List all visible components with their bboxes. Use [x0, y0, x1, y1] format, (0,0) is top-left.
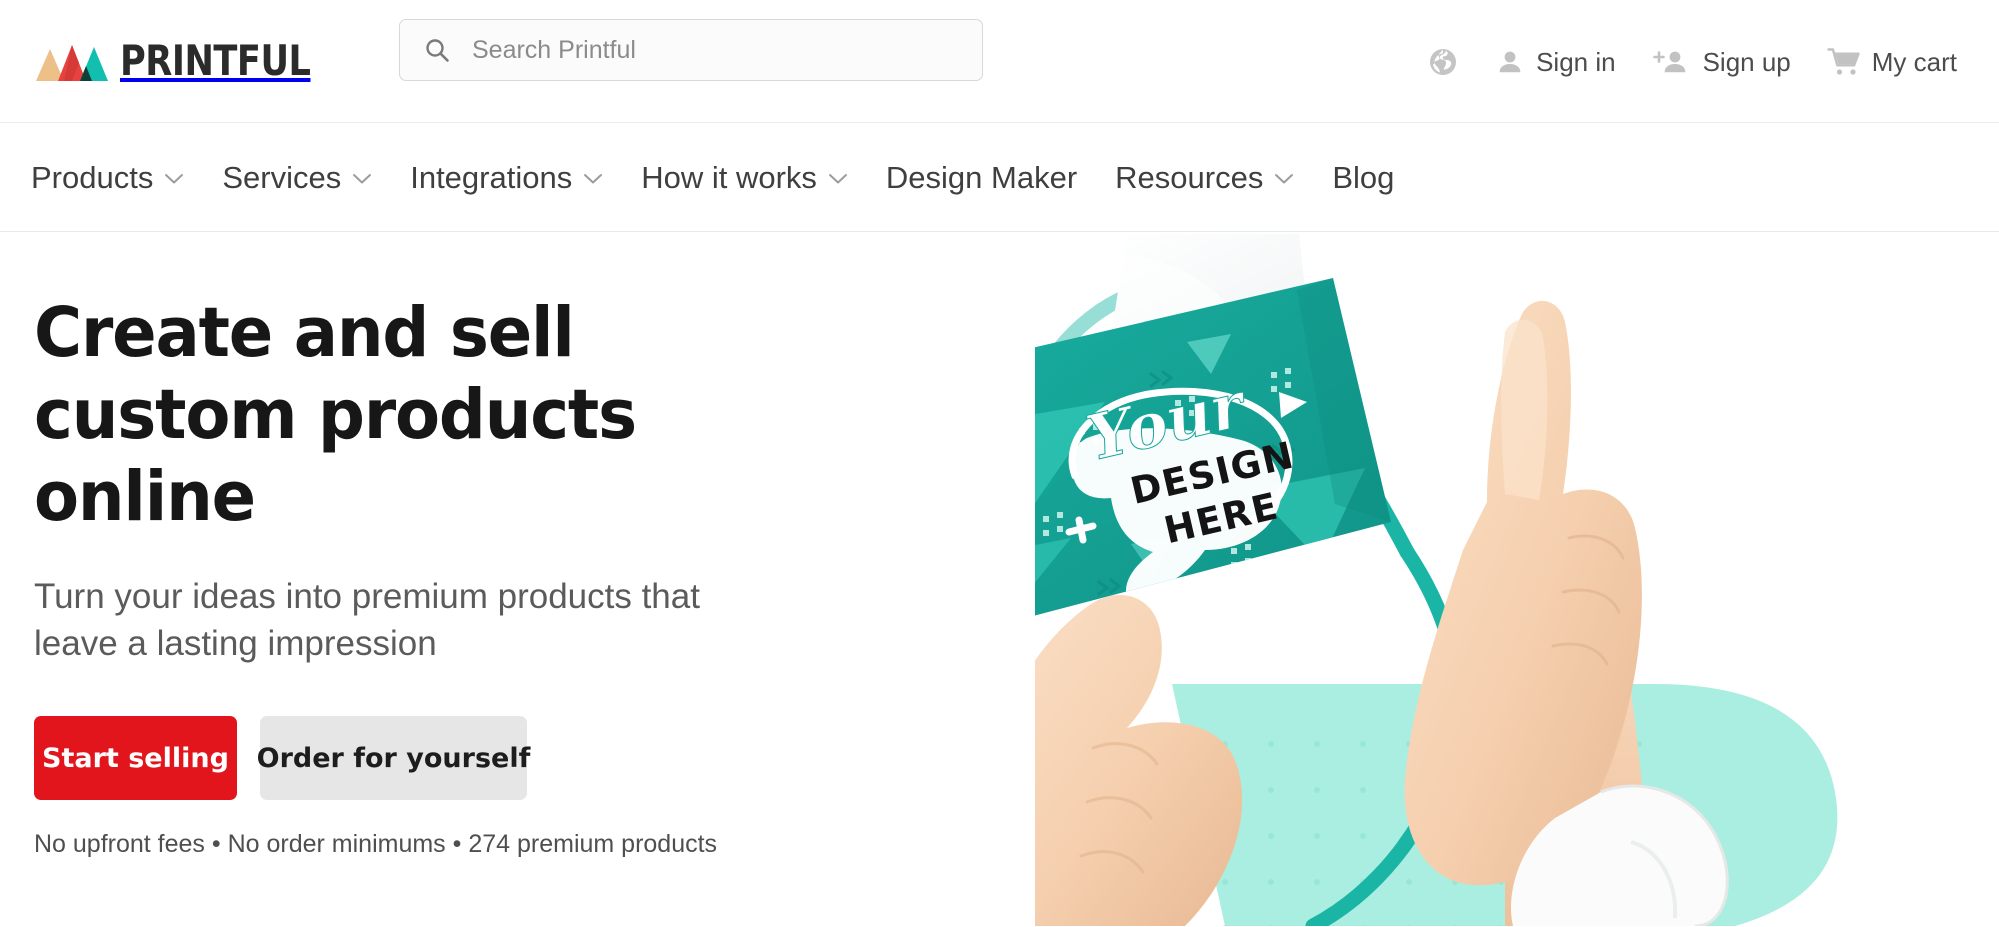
chevron-down-icon — [352, 172, 372, 185]
hero-subtitle: Turn your ideas into premium products th… — [34, 577, 700, 663]
nav-item-blog[interactable]: Blog — [1332, 152, 1414, 203]
nav-label-resources: Resources — [1115, 159, 1264, 195]
sign-up-button[interactable]: Sign up — [1634, 41, 1809, 83]
nav-label-products: Products — [31, 159, 154, 195]
site-header: PRINTFUL Search Printful Sign in Sign up… — [0, 0, 1999, 123]
my-cart-label: My cart — [1871, 46, 1957, 77]
nav-item-integrations[interactable]: Integrations — [410, 152, 623, 203]
my-cart-button[interactable]: My cart — [1809, 41, 1975, 83]
hero-note: No upfront fees • No order minimums • 27… — [34, 830, 718, 859]
hero-title: Create and sell custom products online — [34, 293, 637, 538]
order-for-yourself-button[interactable]: Order for yourself — [257, 716, 530, 801]
hero-cta-group: Start selling Order for yourself — [34, 716, 914, 801]
nav-item-products[interactable]: Products — [31, 152, 204, 203]
nav-label-blog: Blog — [1332, 159, 1395, 195]
nav-label-how-it-works: How it works — [641, 159, 817, 195]
person-add-icon — [1652, 47, 1692, 77]
nav-label-services: Services — [222, 159, 342, 195]
search-box[interactable] — [399, 19, 983, 81]
sign-in-label: Sign in — [1536, 46, 1616, 77]
main-navigation: Products Services Integrations How it wo… — [0, 123, 1999, 232]
nav-item-services[interactable]: Services — [222, 152, 392, 203]
chevron-down-icon — [828, 172, 848, 185]
nav-label-integrations: Integrations — [410, 159, 573, 195]
person-icon — [1495, 47, 1525, 77]
search-container — [399, 19, 983, 81]
search-icon — [424, 37, 450, 63]
chevron-down-icon — [164, 172, 184, 185]
chevron-down-icon — [1274, 172, 1294, 185]
printful-logo-mark-icon — [34, 41, 110, 81]
language-selector[interactable] — [1409, 40, 1477, 84]
nav-item-design-maker[interactable]: Design Maker — [886, 152, 1097, 203]
globe-icon — [1427, 46, 1459, 78]
chevron-down-icon — [583, 172, 603, 185]
nav-item-resources[interactable]: Resources — [1115, 152, 1314, 203]
printful-wordmark: PRINTFUL — [120, 36, 311, 85]
hero-section: Create and sell custom products online T… — [0, 232, 1999, 926]
search-input[interactable] — [472, 30, 952, 70]
start-selling-button[interactable]: Start selling — [34, 716, 237, 801]
hero-copy: Create and sell custom products online T… — [34, 292, 914, 859]
printful-logo[interactable]: PRINTFUL — [34, 40, 325, 82]
hero-image: Your DESIGN HERE — [1035, 232, 1999, 926]
cart-icon — [1827, 47, 1861, 77]
printful-homepage: PRINTFUL Search Printful Sign in Sign up… — [0, 0, 1999, 927]
header-actions: Sign in Sign up My cart — [1409, 0, 1975, 123]
nav-label-design-maker: Design Maker — [885, 159, 1078, 195]
nav-item-how-it-works[interactable]: How it works — [641, 152, 868, 203]
sign-up-label: Sign up — [1702, 46, 1791, 77]
sign-in-button[interactable]: Sign in — [1477, 41, 1634, 83]
